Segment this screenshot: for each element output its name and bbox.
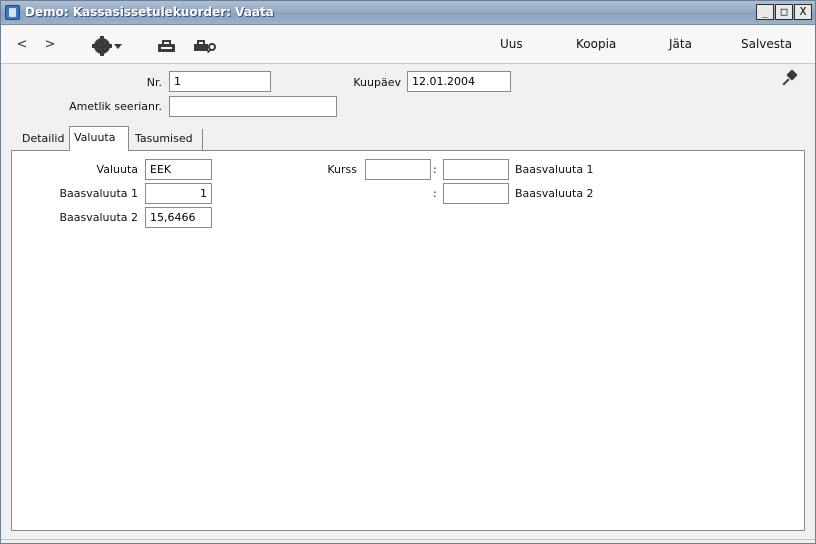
copy-button[interactable]: Koopia [576, 37, 616, 51]
nr-field[interactable]: 1 [169, 71, 271, 92]
tab-tasumised[interactable]: Tasumised [131, 129, 203, 150]
currency-panel [11, 150, 805, 531]
back-button[interactable]: < [15, 35, 29, 55]
base2-label: Baasvaluuta 2 [59, 211, 138, 224]
print-preview-icon[interactable] [194, 40, 222, 54]
rate2-colon: : [433, 187, 437, 200]
minimize-button[interactable]: _ [756, 4, 774, 20]
toolbar: < > Uus Koopia Jäta Salvesta [1, 26, 815, 64]
window-title: Demo: Kassasissetulekuorder: Vaata [25, 5, 274, 19]
chevron-down-icon [114, 44, 122, 49]
tab-valuuta[interactable]: Valuuta [69, 126, 129, 151]
skip-button[interactable]: Jäta [669, 37, 692, 51]
nr-label: Nr. [146, 76, 162, 89]
date-label: Kuupäev [353, 76, 401, 89]
rate1-to-field[interactable] [443, 159, 509, 180]
save-button[interactable]: Salvesta [741, 37, 792, 51]
rate1-unit-label: Baasvaluuta 1 [515, 163, 594, 176]
pin-icon[interactable] [781, 69, 798, 86]
rate1-colon: : [433, 163, 437, 176]
gear-icon [92, 36, 112, 56]
base1-field[interactable]: 1 [145, 183, 212, 204]
title-bar[interactable]: Demo: Kassasissetulekuorder: Vaata _ □ X [1, 1, 815, 25]
app-icon [5, 5, 20, 20]
serial-field[interactable] [169, 96, 337, 117]
serial-label: Ametlik seerianr. [69, 100, 162, 113]
rate-label: Kurss [327, 163, 357, 176]
base2-field[interactable]: 15,6466 [145, 207, 212, 228]
rate2-to-field[interactable] [443, 183, 509, 204]
printer-icon[interactable] [158, 40, 175, 52]
base1-label: Baasvaluuta 1 [59, 187, 138, 200]
rate2-unit-label: Baasvaluuta 2 [515, 187, 594, 200]
maximize-button[interactable]: □ [775, 4, 793, 20]
close-button[interactable]: X [794, 4, 812, 20]
rate1-from-field[interactable] [365, 159, 431, 180]
currency-label: Valuuta [96, 163, 138, 176]
forward-button[interactable]: > [43, 35, 57, 55]
status-divider [1, 539, 815, 540]
tab-detailid[interactable]: Detailid [18, 129, 68, 150]
date-field[interactable]: 12.01.2004 [407, 71, 511, 92]
currency-field[interactable]: EEK [145, 159, 212, 180]
new-button[interactable]: Uus [500, 37, 523, 51]
app-window: Demo: Kassasissetulekuorder: Vaata _ □ X… [0, 0, 816, 544]
